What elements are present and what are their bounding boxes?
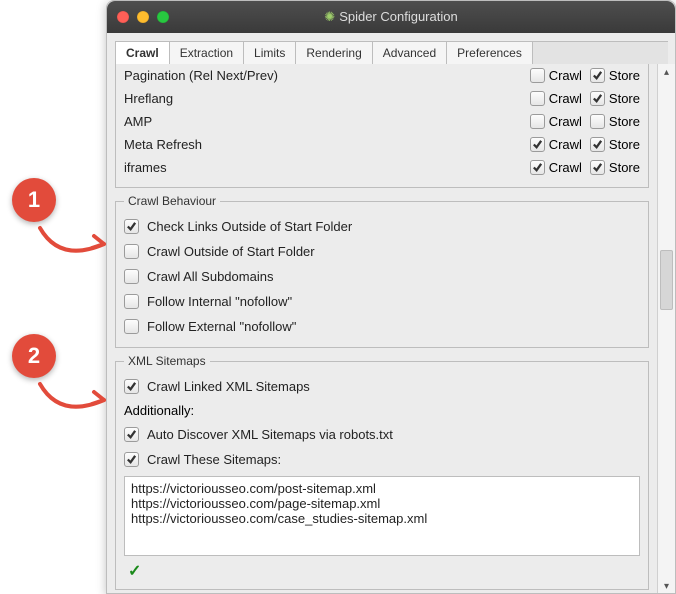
crawl-these-label: Crawl These Sitemaps: — [147, 452, 281, 467]
annotation-arrow-2 — [30, 374, 120, 424]
crawl-linked-xml-checkbox[interactable] — [124, 379, 139, 394]
crawl-behaviour-item: Crawl Outside of Start Folder — [124, 239, 640, 264]
behaviour-checkbox[interactable] — [124, 269, 139, 284]
scroll-up-arrow-icon[interactable]: ▴ — [658, 64, 675, 80]
behaviour-label: Follow External "nofollow" — [147, 319, 296, 334]
content-wrap: Pagination (Rel Next/Prev)CrawlStoreHref… — [107, 64, 675, 594]
annotation-badge-2: 2 — [12, 334, 56, 378]
scroll-thumb[interactable] — [660, 250, 673, 310]
additionally-label: Additionally: — [124, 399, 640, 422]
crawl-checkbox[interactable] — [530, 114, 545, 129]
tab-rendering[interactable]: Rendering — [295, 41, 372, 64]
store-label: Store — [609, 91, 640, 106]
store-label: Store — [609, 114, 640, 129]
validate-icon: ✓ — [124, 559, 640, 581]
behaviour-label: Follow Internal "nofollow" — [147, 294, 292, 309]
crawl-behaviour-item: Crawl All Subdomains — [124, 264, 640, 289]
link-row-label: Hreflang — [124, 91, 522, 106]
crawl-checkbox[interactable] — [530, 91, 545, 106]
crawl-label: Crawl — [549, 137, 582, 152]
tab-bar: CrawlExtractionLimitsRenderingAdvancedPr… — [107, 33, 675, 65]
tab-extraction[interactable]: Extraction — [169, 41, 244, 64]
store-checkbox[interactable] — [590, 114, 605, 129]
link-row: iframes Crawl Store — [124, 156, 640, 179]
window-controls — [117, 11, 169, 23]
link-row-label: Pagination (Rel Next/Prev) — [124, 68, 522, 83]
behaviour-label: Crawl All Subdomains — [147, 269, 273, 284]
store-label: Store — [609, 160, 640, 175]
crawl-label: Crawl — [549, 160, 582, 175]
link-row: Pagination (Rel Next/Prev) Crawl Store — [124, 64, 640, 87]
crawl-these-checkbox[interactable] — [124, 452, 139, 467]
crawl-linked-xml-row: Crawl Linked XML Sitemaps — [124, 374, 640, 399]
crawl-behaviour-item: Follow Internal "nofollow" — [124, 289, 640, 314]
zoom-window-button[interactable] — [157, 11, 169, 23]
behaviour-checkbox[interactable] — [124, 219, 139, 234]
sitemaps-textarea[interactable] — [124, 476, 640, 556]
link-row: Meta Refresh Crawl Store — [124, 133, 640, 156]
crawl-checkbox[interactable] — [530, 137, 545, 152]
minimize-window-button[interactable] — [137, 11, 149, 23]
links-group: Pagination (Rel Next/Prev)CrawlStoreHref… — [115, 64, 649, 188]
link-row: Hreflang Crawl Store — [124, 87, 640, 110]
crawl-checkbox[interactable] — [530, 160, 545, 175]
tab-advanced[interactable]: Advanced — [372, 41, 447, 64]
auto-discover-label: Auto Discover XML Sitemaps via robots.tx… — [147, 427, 393, 442]
vertical-scrollbar[interactable]: ▴ ▾ — [657, 64, 675, 594]
tab-filler — [532, 41, 668, 64]
crawl-linked-xml-label: Crawl Linked XML Sitemaps — [147, 379, 310, 394]
behaviour-checkbox[interactable] — [124, 244, 139, 259]
behaviour-checkbox[interactable] — [124, 319, 139, 334]
auto-discover-checkbox[interactable] — [124, 427, 139, 442]
annotation-badge-1: 1 — [12, 178, 56, 222]
crawl-behaviour-item: Follow External "nofollow" — [124, 314, 640, 339]
store-checkbox[interactable] — [590, 160, 605, 175]
crawl-label: Crawl — [549, 68, 582, 83]
tab-limits[interactable]: Limits — [243, 41, 296, 64]
store-checkbox[interactable] — [590, 137, 605, 152]
spider-icon: ✺ — [324, 9, 335, 24]
tab-crawl[interactable]: Crawl — [115, 41, 170, 64]
link-row: AMP Crawl Store — [124, 110, 640, 133]
store-checkbox[interactable] — [590, 91, 605, 106]
link-row-label: Meta Refresh — [124, 137, 522, 152]
config-window: ✺Spider Configuration CrawlExtractionLim… — [106, 0, 676, 594]
crawl-tab-content: Pagination (Rel Next/Prev)CrawlStoreHref… — [107, 64, 657, 594]
store-label: Store — [609, 68, 640, 83]
annotation-arrow-1 — [30, 218, 120, 268]
auto-discover-row: Auto Discover XML Sitemaps via robots.tx… — [124, 422, 640, 447]
link-row-label: AMP — [124, 114, 522, 129]
xml-sitemaps-group: XML Sitemaps Crawl Linked XML Sitemaps A… — [115, 354, 649, 590]
crawl-behaviour-legend: Crawl Behaviour — [124, 194, 220, 208]
crawl-checkbox[interactable] — [530, 68, 545, 83]
window-title: ✺ Spider Configuration — [107, 9, 675, 25]
titlebar: ✺ Spider Configuration — [107, 1, 675, 33]
window-title-text: Spider Configuration — [339, 9, 458, 24]
scroll-track[interactable] — [660, 80, 673, 578]
store-label: Store — [609, 137, 640, 152]
crawl-these-row: Crawl These Sitemaps: — [124, 447, 640, 472]
behaviour-label: Crawl Outside of Start Folder — [147, 244, 315, 259]
close-window-button[interactable] — [117, 11, 129, 23]
crawl-label: Crawl — [549, 91, 582, 106]
scroll-down-arrow-icon[interactable]: ▾ — [658, 578, 675, 594]
xml-sitemaps-legend: XML Sitemaps — [124, 354, 210, 368]
tab-preferences[interactable]: Preferences — [446, 41, 533, 64]
behaviour-label: Check Links Outside of Start Folder — [147, 219, 352, 234]
crawl-behaviour-item: Check Links Outside of Start Folder — [124, 214, 640, 239]
link-row-label: iframes — [124, 160, 522, 175]
store-checkbox[interactable] — [590, 68, 605, 83]
crawl-label: Crawl — [549, 114, 582, 129]
crawl-behaviour-group: Crawl Behaviour Check Links Outside of S… — [115, 194, 649, 348]
behaviour-checkbox[interactable] — [124, 294, 139, 309]
